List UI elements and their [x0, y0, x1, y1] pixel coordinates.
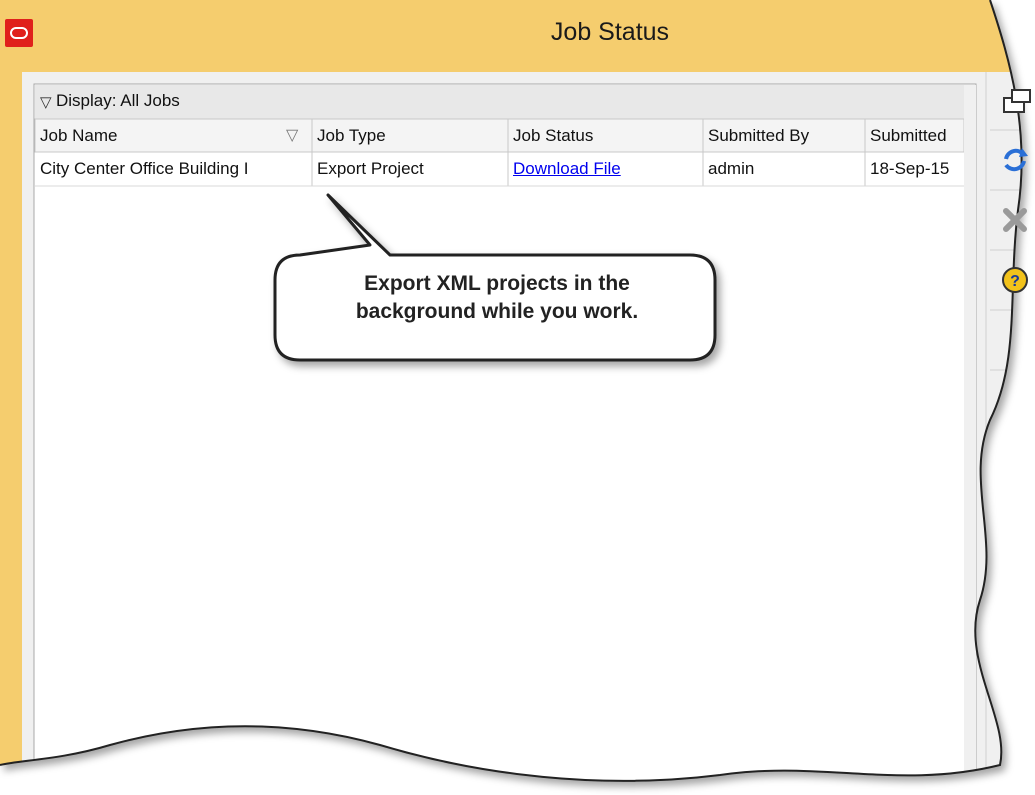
callout-line-1: Export XML projects in the [364, 272, 630, 295]
cell-submitted-by[interactable]: admin [703, 153, 865, 185]
delete-button[interactable] [998, 203, 1032, 237]
column-header-submitted[interactable]: Submitted [865, 121, 964, 151]
export-icon [1003, 89, 1031, 113]
callout-line-2: background while you work. [355, 300, 639, 323]
cell-job-type[interactable]: Export Project [312, 153, 508, 185]
callout-text: Export XML projects in the background wh… [282, 270, 712, 326]
help-icon: ? [1002, 267, 1028, 293]
app-logo-icon [5, 19, 33, 47]
display-filter[interactable]: Display: All Jobs [56, 91, 180, 111]
window-frame-graphic [0, 0, 1023, 782]
help-button[interactable]: ? [998, 263, 1032, 297]
svg-text:?: ? [1010, 273, 1020, 290]
chevron-down-icon[interactable]: ▽ [40, 93, 52, 111]
download-file-link[interactable]: Download File [513, 159, 621, 178]
column-header-job-name[interactable]: Job Name [35, 121, 312, 151]
window-title: Job Status [550, 18, 670, 46]
filter-icon[interactable]: ▽ [286, 125, 298, 145]
cell-job-name[interactable]: City Center Office Building I [35, 153, 312, 185]
delete-icon [1003, 208, 1027, 232]
column-header-submitted-by[interactable]: Submitted By [703, 121, 865, 151]
cell-job-status[interactable]: Download File [508, 153, 703, 185]
refresh-icon [1004, 148, 1028, 172]
refresh-button[interactable] [998, 143, 1032, 177]
export-button[interactable] [998, 84, 1032, 118]
column-header-job-type[interactable]: Job Type [312, 121, 508, 151]
cell-submitted[interactable]: 18-Sep-15 [865, 153, 964, 185]
column-header-job-status[interactable]: Job Status [508, 121, 703, 151]
